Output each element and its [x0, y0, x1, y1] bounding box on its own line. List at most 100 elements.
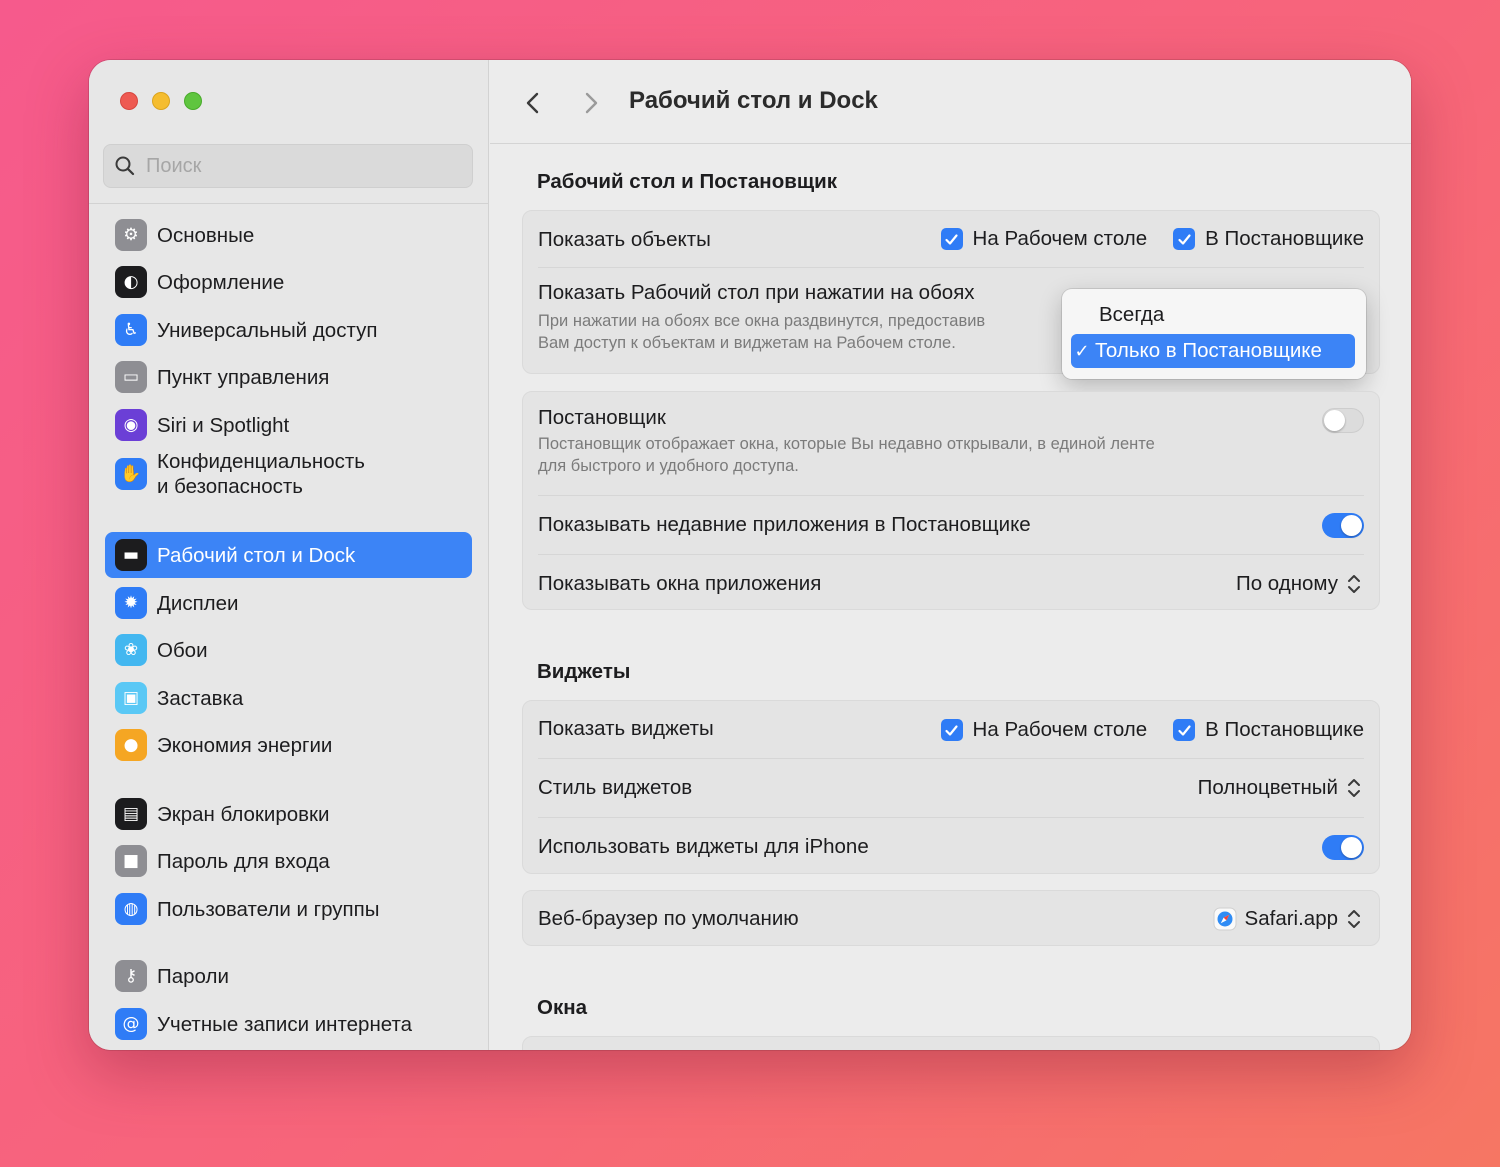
- checkmark-icon: [945, 233, 958, 245]
- sidebar-item-label: Учетные записи интернета: [157, 1012, 413, 1036]
- sidebar-item[interactable]: ✋ Конфиденциальность и безопасность: [105, 442, 472, 506]
- default-browser-value: Safari.app: [1244, 907, 1338, 930]
- default-browser-popup[interactable]: Safari.app: [1213, 906, 1364, 932]
- lock-icon: ■: [115, 845, 147, 877]
- safari-icon: [1213, 907, 1237, 931]
- sidebar-item[interactable]: ▭ Пункт управления: [105, 354, 472, 400]
- iphone-widgets-toggle[interactable]: [1322, 834, 1364, 860]
- widget-style-popup[interactable]: Полноцветный: [1198, 775, 1364, 801]
- row-stage-manager: Постановщик Постановщик отображает окна,…: [538, 406, 1364, 480]
- default-browser-label: Веб-браузер по умолчанию: [538, 907, 799, 930]
- sidebar-item-label: Экран блокировки: [157, 802, 330, 826]
- sidebar-item-label: Экономия энергии: [157, 733, 333, 757]
- section-title-desktop: Рабочий стол и Постановщик: [537, 170, 837, 193]
- screensaver-icon: ▣: [115, 682, 147, 714]
- sidebar-item-label: Оформление: [157, 270, 285, 294]
- row-divider: [538, 758, 1364, 759]
- page-title: Рабочий стол и Dock: [629, 87, 878, 114]
- zoom-window-button[interactable]: [184, 92, 202, 110]
- sidebar-item[interactable]: ⚷ Пароли: [105, 953, 472, 999]
- checkmark-icon: [945, 724, 958, 736]
- sidebar-item-label: Универсальный доступ: [157, 318, 378, 342]
- recent-apps-label: Показывать недавние приложения в Постано…: [538, 513, 1031, 536]
- show-items-label: Показать объекты: [538, 228, 711, 251]
- sidebar-item[interactable]: ▤ Экран блокировки: [105, 791, 472, 837]
- app-windows-value: По одному: [1235, 572, 1338, 595]
- sidebar-item-label: Пароли: [157, 964, 229, 988]
- group-browser: Веб-браузер по умолчанию Safari.app: [522, 890, 1380, 946]
- row-divider: [538, 267, 1364, 268]
- search-input[interactable]: [146, 154, 446, 178]
- sidebar-item[interactable]: ▣ Заставка: [105, 675, 472, 721]
- show-items-desktop-checkbox[interactable]: На Рабочем столе: [940, 227, 1148, 251]
- menu-item-stage-only[interactable]: ✓ Только в Постановщике: [1071, 334, 1355, 368]
- menu-item-always[interactable]: Всегда: [1071, 298, 1355, 332]
- row-recent-apps: Показывать недавние приложения в Постано…: [538, 508, 1364, 542]
- sidebar-item-label: Обои: [157, 638, 208, 662]
- stepper-icon: [1348, 910, 1360, 928]
- close-window-button[interactable]: [120, 92, 138, 110]
- row-divider: [538, 554, 1364, 555]
- sidebar-item-label: Рабочий стол и Dock: [157, 543, 356, 567]
- key-icon: ⚷: [115, 960, 147, 992]
- widget-style-label: Стиль виджетов: [538, 776, 693, 799]
- sidebar-item[interactable]: ♿ Универсальный доступ: [105, 307, 472, 353]
- lock-screen-icon: ▤: [115, 798, 147, 830]
- sidebar-divider: [89, 203, 489, 204]
- group-windows: [522, 1036, 1380, 1050]
- show-widgets-stage-checkbox[interactable]: В Постановщике: [1173, 718, 1364, 742]
- sidebar-item[interactable]: ❀ Обои: [105, 627, 472, 673]
- section-title-windows: Окна: [537, 996, 587, 1019]
- stage-manager-toggle[interactable]: [1322, 408, 1364, 433]
- sidebar-item[interactable]: ⚙ Основные: [105, 212, 472, 258]
- show-items-stage-checkbox[interactable]: В Постановщике: [1173, 227, 1364, 251]
- checkbox-label: На Рабочем столе: [972, 718, 1148, 741]
- checkbox-checked[interactable]: [1173, 228, 1196, 250]
- flower-icon: ❀: [115, 634, 147, 666]
- search-field[interactable]: [103, 144, 473, 188]
- minimize-window-button[interactable]: [152, 92, 170, 110]
- sidebar-item[interactable]: ● Экономия энергии: [105, 722, 472, 768]
- sidebar-item-label: Дисплеи: [157, 591, 239, 615]
- stepper-icon: [1348, 575, 1360, 593]
- app-windows-label: Показывать окна приложения: [538, 572, 822, 595]
- sidebar-item-label: Пользователи и группы: [157, 897, 380, 921]
- row-show-items: Показать объекты На Рабочем столе В Пост…: [538, 223, 1364, 257]
- sidebar-item-label: Основные: [157, 223, 255, 247]
- appearance-icon: ◐: [115, 266, 147, 298]
- sidebar-item[interactable]: ■ Пароль для входа: [105, 838, 472, 884]
- sun-icon: ✹: [115, 587, 147, 619]
- checkmark-icon: [1178, 724, 1191, 736]
- forward-chevron-icon[interactable]: [576, 88, 606, 118]
- checkbox-label: На Рабочем столе: [972, 227, 1148, 250]
- click-wallpaper-menu[interactable]: Всегда ✓ Только в Постановщике: [1062, 289, 1366, 379]
- control-center-icon: ▭: [115, 361, 147, 393]
- sidebar-item-label: Пароль для входа: [157, 849, 330, 873]
- group-widgets: Показать виджеты На Рабочем столе В Пост…: [522, 700, 1380, 874]
- sidebar-item[interactable]: ▬ Рабочий стол и Dock: [105, 532, 472, 578]
- row-divider: [538, 817, 1364, 818]
- back-chevron-icon[interactable]: [518, 88, 548, 118]
- checkbox-checked[interactable]: [1173, 719, 1196, 741]
- sidebar-item[interactable]: ✹ Дисплеи: [105, 580, 472, 626]
- show-widgets-desktop-checkbox[interactable]: На Рабочем столе: [940, 718, 1148, 742]
- stepper-icon: [1348, 779, 1360, 797]
- search-icon: [115, 156, 135, 176]
- sidebar: ⚙ Основные ◐ Оформление ♿ Универсальный досту…: [89, 60, 489, 1050]
- widget-style-value: Полноцветный: [1197, 776, 1338, 799]
- checkmark-icon: [1178, 233, 1191, 245]
- sidebar-item[interactable]: @ Учетные записи интернета: [105, 1001, 472, 1047]
- main-pane: Рабочий стол и Dock Рабочий стол и Поста…: [490, 60, 1411, 1050]
- checkbox-label: В Постановщике: [1205, 718, 1364, 741]
- settings-window: ⚙ Основные ◐ Оформление ♿ Универсальный досту…: [89, 60, 1411, 1050]
- sidebar-item[interactable]: ◐ Оформление: [105, 259, 472, 305]
- sidebar-item[interactable]: ◍ Пользователи и группы: [105, 886, 472, 932]
- dock-icon: ▬: [115, 539, 147, 571]
- iphone-widgets-label: Использовать виджеты для iPhone: [538, 835, 869, 858]
- checkbox-checked[interactable]: [940, 719, 963, 741]
- app-windows-popup[interactable]: По одному: [1236, 571, 1364, 597]
- sidebar-item-label: Заставка: [157, 686, 244, 710]
- recent-apps-toggle[interactable]: [1322, 512, 1364, 538]
- checkbox-checked[interactable]: [940, 228, 963, 250]
- siri-icon: ◉: [115, 409, 147, 441]
